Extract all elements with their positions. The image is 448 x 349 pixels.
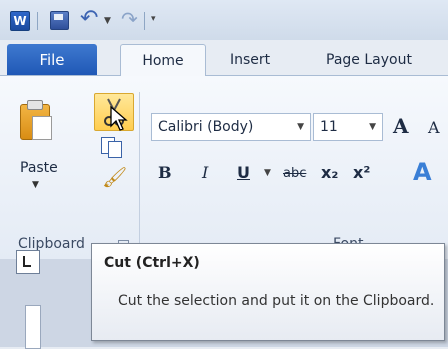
font-name-value: Calibri (Body) — [158, 119, 254, 135]
word-app-icon[interactable]: W — [10, 11, 30, 31]
paste-icon[interactable] — [18, 98, 52, 140]
quick-access-separator — [37, 12, 38, 30]
chevron-down-icon: ▼ — [297, 122, 304, 132]
tab-insert[interactable]: Insert — [230, 52, 270, 68]
customize-quick-access-icon[interactable]: ▾ — [151, 14, 156, 24]
undo-icon[interactable]: ↶ — [80, 6, 98, 31]
copy-icon[interactable] — [100, 136, 124, 158]
chevron-down-icon: ▼ — [369, 122, 376, 132]
font-size-dropdown[interactable]: 11 ▼ — [313, 113, 383, 141]
vertical-ruler — [25, 305, 41, 349]
superscript-button[interactable]: x² — [353, 163, 370, 182]
tooltip-body: Cut the selection and put it on the Clip… — [118, 293, 435, 309]
tab-selector-button[interactable] — [16, 250, 40, 274]
font-size-value: 11 — [320, 119, 338, 135]
cut-tooltip: Cut (Ctrl+X) Cut the selection and put i… — [91, 243, 445, 341]
bold-button[interactable]: B — [158, 163, 172, 182]
underline-dropdown-icon[interactable]: ▼ — [264, 168, 271, 178]
save-icon[interactable] — [50, 11, 69, 30]
tooltip-title: Cut (Ctrl+X) — [104, 255, 200, 271]
undo-dropdown-icon[interactable]: ▼ — [104, 16, 111, 26]
format-painter-icon[interactable]: 🖌 — [102, 165, 127, 189]
shrink-font-button[interactable]: A — [428, 118, 440, 137]
text-effects-button[interactable]: A — [413, 158, 432, 186]
grow-font-button[interactable]: A — [393, 114, 409, 138]
strikethrough-button[interactable]: abc — [283, 166, 306, 181]
quick-access-separator — [144, 12, 145, 30]
tab-home[interactable]: Home — [120, 44, 206, 76]
tab-file[interactable]: File — [7, 44, 97, 75]
mouse-cursor-icon — [110, 105, 130, 136]
italic-button[interactable]: I — [202, 163, 208, 182]
font-name-dropdown[interactable]: Calibri (Body) ▼ — [151, 113, 311, 141]
redo-icon[interactable]: ↷ — [121, 7, 138, 31]
paste-dropdown-icon[interactable]: ▼ — [32, 180, 39, 190]
ribbon — [0, 75, 448, 260]
underline-button[interactable]: U — [237, 163, 250, 182]
tab-page-layout[interactable]: Page Layout — [326, 52, 412, 68]
paste-button-label[interactable]: Paste — [20, 160, 58, 176]
subscript-button[interactable]: x₂ — [321, 163, 338, 182]
group-separator — [139, 92, 140, 252]
